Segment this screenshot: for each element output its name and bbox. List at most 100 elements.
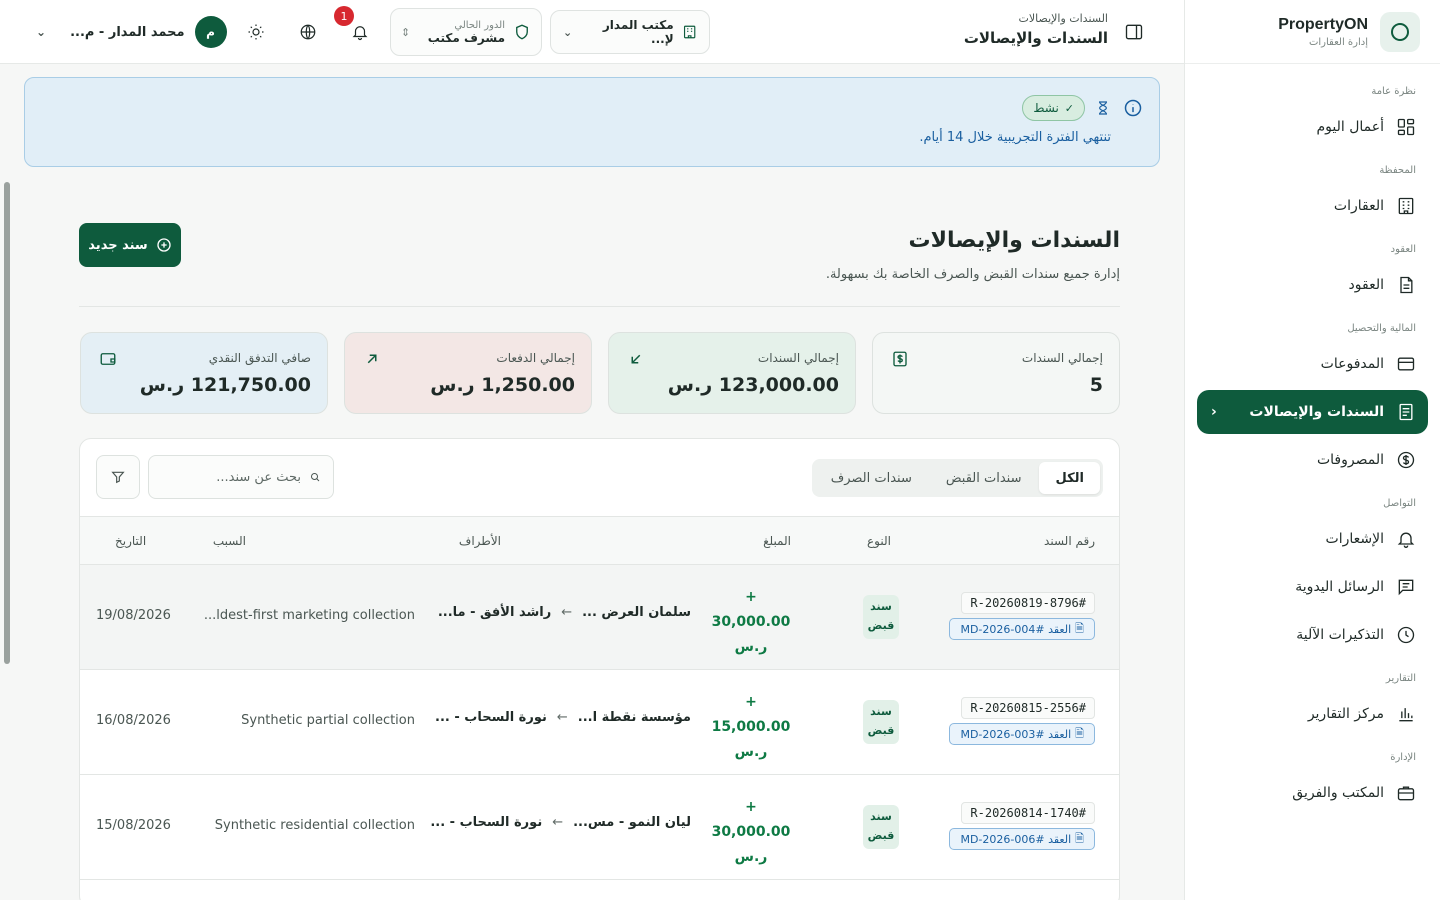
theme-toggle-button[interactable] [244, 20, 268, 44]
brand-subtitle: إدارة العقارات [1308, 36, 1368, 48]
brand[interactable]: PropertyON إدارة العقارات [1185, 0, 1440, 64]
stat-value: 1,250.00 ر.س [430, 374, 575, 396]
hourglass-icon [1099, 101, 1107, 115]
sidebar-item-label: المكتب والفريق [1292, 785, 1384, 801]
sidebar-item-payments[interactable]: المدفوعات [1197, 342, 1428, 386]
scrollbar-thumb[interactable] [4, 182, 10, 664]
sidebar-item-office-team[interactable]: المكتب والفريق [1197, 771, 1428, 815]
arrow-left-icon: ← [552, 815, 564, 830]
nav-group-label: العقود [1390, 244, 1416, 255]
column-header[interactable]: رقم السند [1044, 534, 1095, 548]
date: 19/08/2026 [96, 608, 171, 623]
party-from: ليان النمو - مس... [573, 815, 691, 830]
nav-group-label: نظرة عامة [1371, 86, 1416, 97]
sidebar-item-contracts[interactable]: العقود [1197, 263, 1428, 307]
role-selector[interactable]: الدور الحالي مشرف مكتب ⇕ [390, 8, 542, 56]
language-button[interactable] [296, 20, 320, 44]
reason: Synthetic residential collection [214, 818, 415, 833]
sidebar-item-label: الرسائل اليدوية [1295, 579, 1384, 595]
user-name: محمد المدار - م... [70, 24, 185, 40]
amount: +15,000.00 ر.س [711, 690, 791, 766]
trial-banner: ✓ نشط تنتهي الفترة التجريبية خلال 14 أيا… [24, 77, 1160, 167]
page-subtitle: إدارة جميع سندات القبض والصرف الخاصة بك … [825, 267, 1120, 282]
stat-label: إجمالي السندات [757, 351, 839, 365]
type-line: قبض [867, 829, 895, 842]
type-line: سند [870, 600, 892, 614]
amount: +30,000.00 ر.س [711, 795, 791, 871]
notifications-button[interactable] [348, 20, 372, 44]
stat-card-total-receipts: إجمالي السندات 123,000.00 ر.س [608, 332, 856, 414]
arrow-left-icon: ← [561, 605, 573, 620]
tab-payment-vouchers[interactable]: سندات الصرف [815, 462, 928, 494]
contract-link[interactable]: 🗎 العقد #MD-2026-006 [949, 828, 1095, 850]
avatar: م [194, 16, 227, 48]
type-line: سند [870, 810, 892, 824]
clock-icon [1397, 626, 1415, 644]
table-row[interactable]: R-20260814-1740# 🗎 العقد #MD-2026-006 سند… [80, 775, 1119, 880]
date: 16/08/2026 [96, 713, 171, 728]
arrow-up-right-icon [367, 354, 377, 364]
sidebar-item-properties[interactable]: العقارات [1197, 184, 1428, 228]
column-header[interactable]: المبلغ [763, 534, 791, 548]
sidebar-item-today[interactable]: أعمال اليوم [1197, 105, 1428, 149]
divider [79, 306, 1120, 307]
voucher-number[interactable]: R-20260819-8796# [961, 592, 1095, 614]
sidebar-item-auto-reminders[interactable]: التذكيرات الآلية [1197, 613, 1428, 657]
party-to: نورة السحاب - ... [435, 710, 547, 725]
stat-label: صافي التدفق النقدي [208, 351, 311, 365]
tab-receipt-vouchers[interactable]: سندات القبض [930, 462, 1038, 494]
amount-sign: + [745, 694, 757, 710]
voucher-number[interactable]: R-20260815-2556# [961, 697, 1095, 719]
contract-link[interactable]: 🗎 العقد #MD-2026-003 [949, 723, 1095, 745]
parties: مؤسسة نقطة ا... ← نورة السحاب - ... [435, 710, 691, 725]
sidebar-item-notifications[interactable]: الإشعارات [1197, 517, 1428, 561]
sidebar-item-label: السندات والإيصالات [1249, 404, 1384, 420]
status-badge: ✓ نشط [1022, 95, 1085, 121]
sidebar-item-vouchers[interactable]: السندات والإيصالات ‹ [1197, 390, 1428, 434]
chevron-down-icon: ⌄ [36, 25, 47, 39]
scrollbar[interactable] [0, 170, 14, 900]
sidebar-item-label: أعمال اليوم [1316, 119, 1384, 135]
contract-link[interactable]: 🗎 العقد #MD-2026-004 [949, 618, 1095, 640]
type-badge: سند قبض [863, 595, 899, 639]
contract-label: العقد #MD-2026-003 [960, 727, 1072, 741]
column-header[interactable]: النوع [867, 534, 891, 548]
dollar-circle-icon [1397, 451, 1415, 469]
search-box [148, 455, 334, 499]
table-header: رقم السند النوع المبلغ الأطراف السبب الت… [80, 516, 1119, 565]
sidebar-item-label: التذكيرات الآلية [1296, 627, 1384, 643]
type-badge: سند قبض [863, 700, 899, 744]
plus-circle-icon [157, 238, 171, 252]
nav-group-label: التقارير [1385, 673, 1416, 684]
tab-all[interactable]: الكل [1039, 462, 1100, 494]
chevron-updown-icon: ⇕ [401, 25, 411, 39]
table-row[interactable]: R-20260819-8796# 🗎 العقد #MD-2026-004 سند… [80, 565, 1119, 670]
bell-icon [1397, 532, 1415, 548]
filter-button[interactable] [96, 455, 140, 499]
brand-logo-icon [1380, 11, 1420, 52]
trial-message: تنتهي الفترة التجريبية خلال 14 أيام. [919, 130, 1111, 145]
sidebar-item-manual-messages[interactable]: الرسائل اليدوية [1197, 565, 1428, 609]
sidebar-toggle-icon[interactable] [1124, 22, 1144, 42]
wallet-icon [100, 353, 116, 365]
search-input[interactable] [161, 469, 301, 485]
sidebar-item-reports[interactable]: مركز التقارير [1197, 692, 1428, 736]
type-line: سند [870, 705, 892, 719]
arrow-down-left-icon [631, 354, 641, 364]
column-header[interactable]: التاريخ [115, 534, 146, 548]
sidebar-item-label: المصروفات [1316, 452, 1384, 468]
parties: ليان النمو - مس... ← نورة السحاب - ... [430, 815, 691, 830]
column-header[interactable]: السبب [213, 534, 246, 548]
search-icon [311, 473, 320, 482]
user-menu[interactable]: م محمد المدار - م... ⌄ [36, 16, 227, 48]
stat-label: إجمالي الدفعات [496, 351, 575, 365]
new-voucher-button[interactable]: سند جديد [79, 223, 181, 267]
office-selector[interactable]: مكتب المدار لإ... ⌄ [550, 10, 710, 54]
amount: +30,000.00 ر.س [711, 585, 791, 661]
column-header[interactable]: الأطراف [459, 534, 501, 548]
stat-value: 123,000.00 ر.س [667, 374, 839, 396]
vouchers-table-card: الكل سندات القبض سندات الصرف رقم السند ا… [79, 438, 1120, 900]
voucher-number[interactable]: R-20260814-1740# [961, 802, 1095, 824]
table-row[interactable]: R-20260815-2556# 🗎 العقد #MD-2026-003 سند… [80, 670, 1119, 775]
sidebar-item-expenses[interactable]: المصروفات [1197, 438, 1428, 482]
